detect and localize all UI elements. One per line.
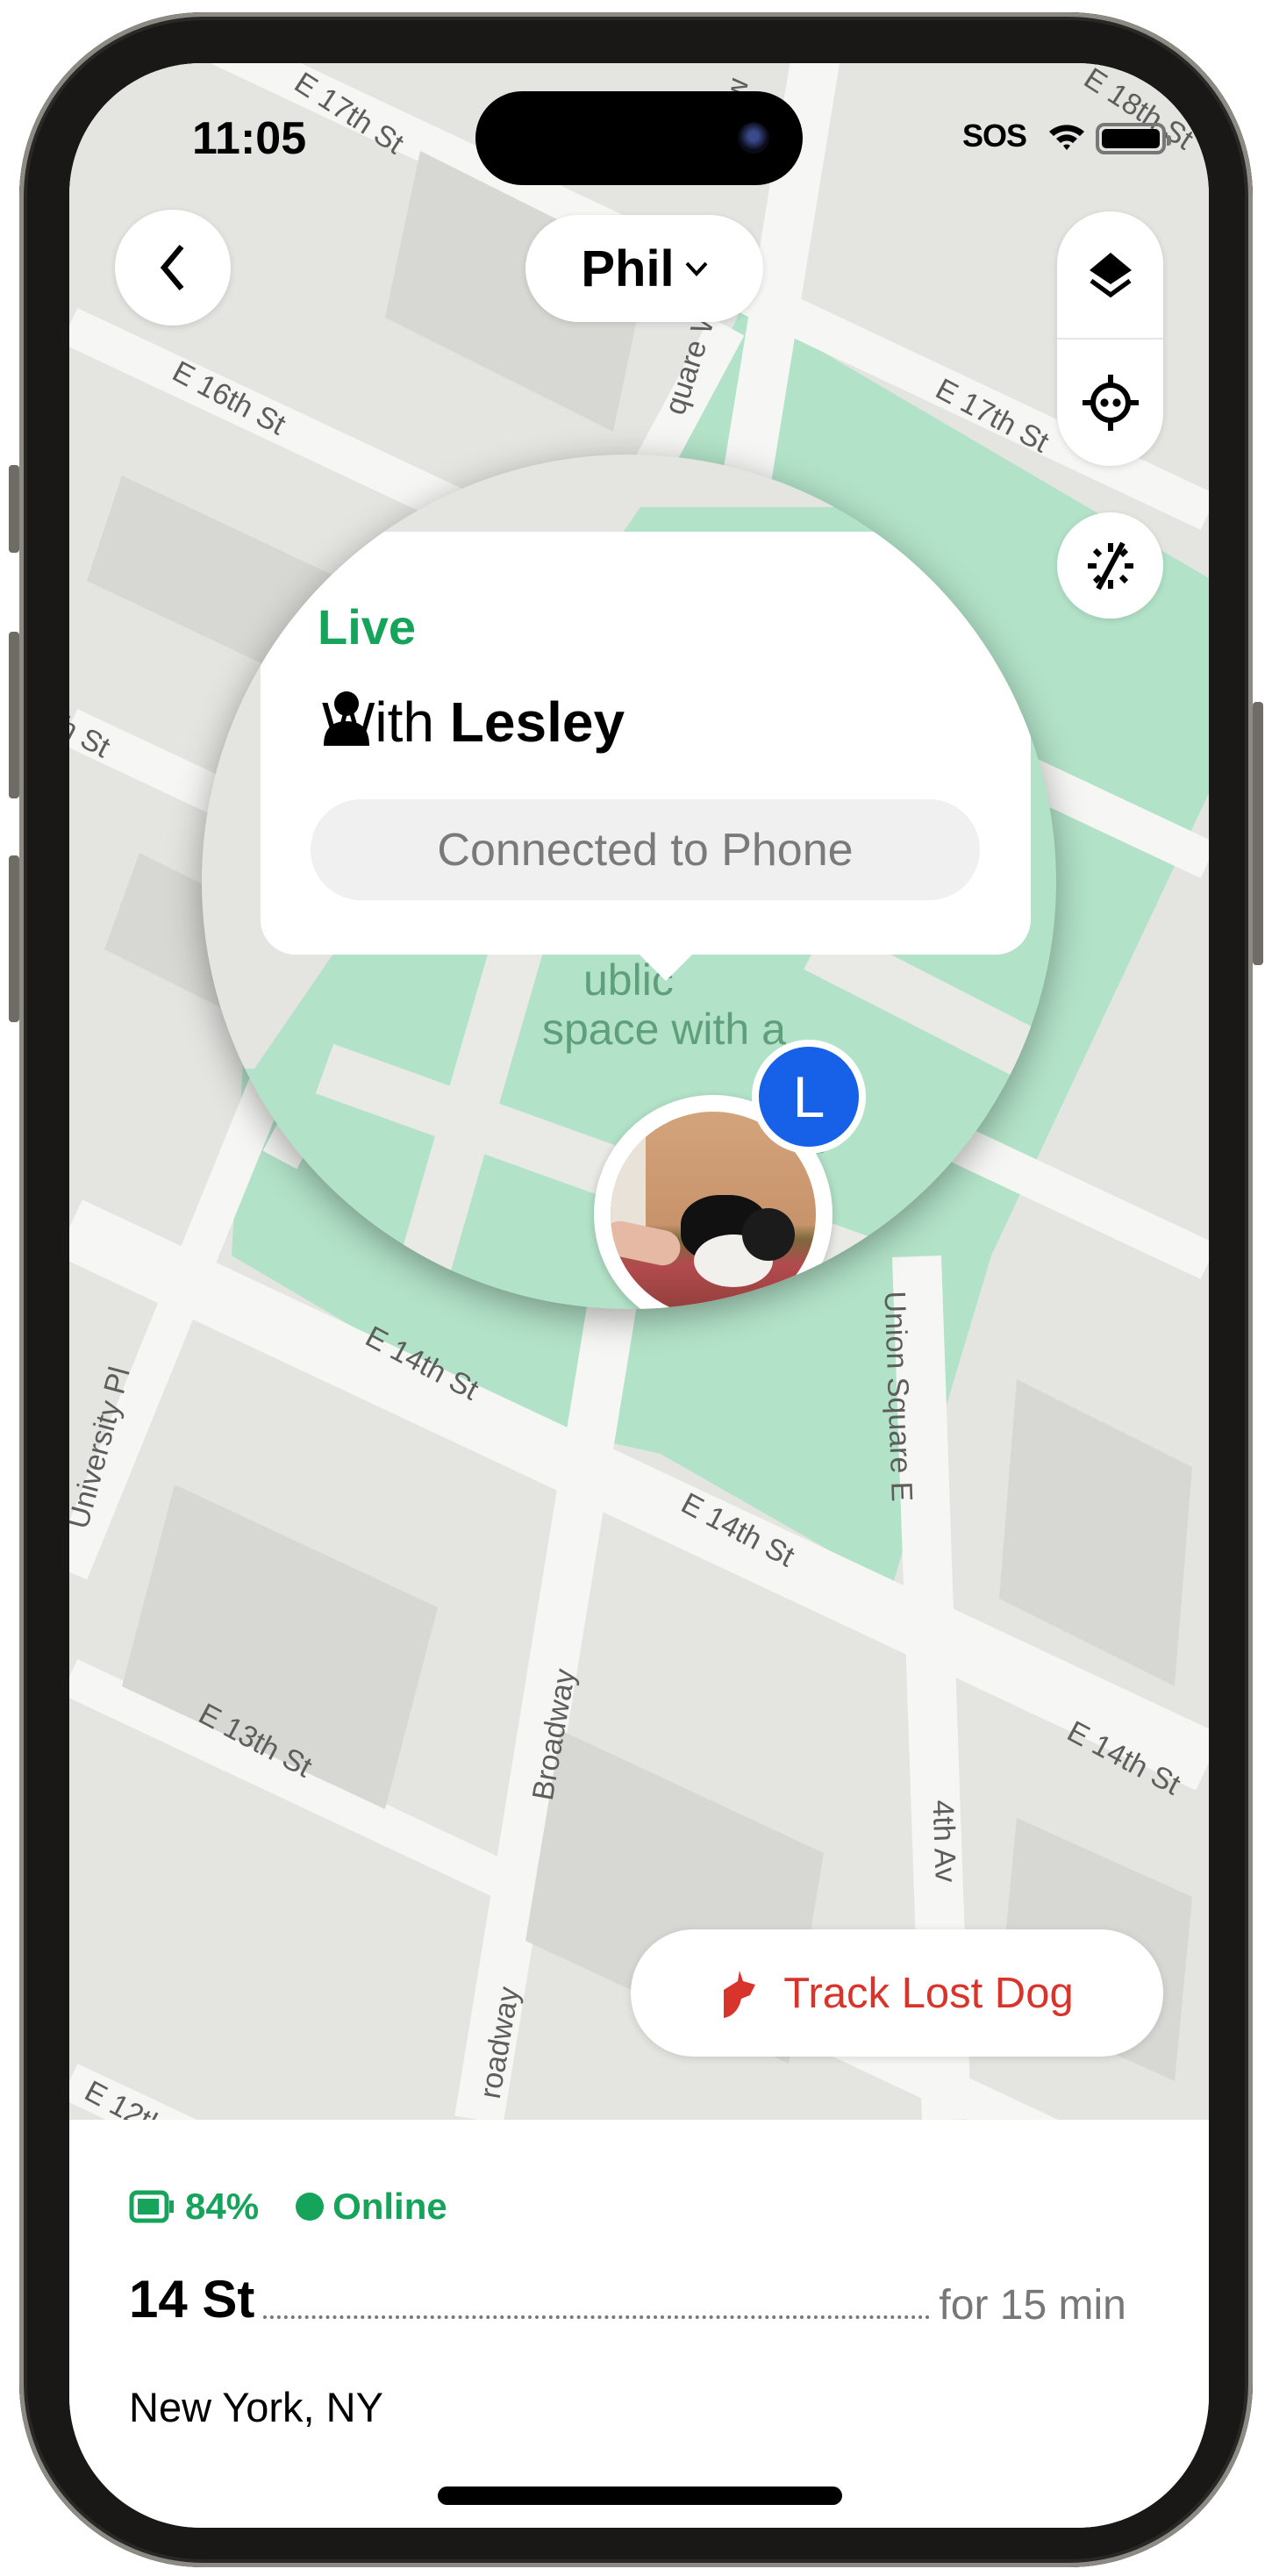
- locate-button[interactable]: [1057, 339, 1163, 466]
- bottom-sheet: 84% Online 14 St for 15 min New York, NY: [69, 2120, 1209, 2528]
- home-indicator[interactable]: [438, 2487, 842, 2505]
- side-button: [9, 855, 19, 1022]
- map-control-stack: [1057, 211, 1163, 466]
- battery-icon: [129, 2190, 174, 2223]
- back-button[interactable]: [115, 210, 231, 326]
- track-lost-dog-label: Track Lost Dog: [783, 1969, 1074, 2017]
- divider: [1057, 338, 1163, 340]
- screen: E 17th St E 18th St E 16th St quare W ad…: [69, 63, 1209, 2528]
- callout-tail: [636, 951, 696, 981]
- park-label: space with a: [542, 1005, 786, 1054]
- connection-pill: Connected to Phone: [311, 799, 980, 900]
- side-button: [1253, 702, 1263, 965]
- location-city: New York, NY: [129, 2384, 383, 2430]
- chevron-left-icon: [160, 244, 184, 291]
- wifi-icon: [1049, 125, 1084, 150]
- person-badge: L: [752, 1040, 866, 1154]
- dynamic-island: [475, 91, 803, 185]
- with-person-name: Lesley: [449, 691, 625, 754]
- battery-icon: [1096, 123, 1171, 154]
- location-name: 14 St: [129, 2270, 255, 2329]
- chevron-down-icon: [685, 261, 708, 276]
- location-duration: for 15 min: [939, 2282, 1126, 2329]
- street-label: Union Square E: [877, 1290, 918, 1503]
- crosshair-icon: [1082, 374, 1139, 431]
- street-label: 4th Av: [925, 1799, 962, 1883]
- layers-icon: [1089, 252, 1132, 297]
- signal-off-icon: [1087, 541, 1133, 590]
- pet-name: Phil: [581, 240, 675, 297]
- status-time: 11:05: [192, 113, 307, 164]
- person-icon: [324, 691, 369, 746]
- track-lost-dog-button[interactable]: Track Lost Dog: [631, 1929, 1163, 2057]
- pet-selector-dropdown[interactable]: Phil: [525, 215, 763, 322]
- dog-head-icon: [724, 1970, 756, 2018]
- status-callout: Live With Lesley Connected to Phone: [261, 532, 1031, 955]
- with-person-row: With Lesley: [322, 690, 625, 755]
- side-button: [9, 465, 19, 553]
- battery-percent: 84%: [185, 2186, 260, 2227]
- map[interactable]: E 17th St E 18th St E 16th St quare W ad…: [69, 63, 1209, 2120]
- signal-toggle-button[interactable]: [1057, 512, 1163, 619]
- sos-indicator: SOS: [962, 118, 1027, 154]
- online-dot-icon: [296, 2193, 325, 2221]
- side-button: [9, 632, 19, 798]
- camera-icon: [738, 122, 769, 154]
- device-status-row: 84% Online: [129, 2186, 447, 2228]
- dotted-leader: [263, 2315, 931, 2319]
- location-row: 14 St for 15 min: [129, 2269, 1208, 2329]
- building: [999, 1379, 1192, 1686]
- online-status: Online: [332, 2186, 447, 2227]
- magnifier-circle: ublic space with a ket s Live With Lesle…: [202, 454, 1056, 1309]
- live-status: Live: [318, 599, 417, 655]
- layers-button[interactable]: [1057, 211, 1163, 339]
